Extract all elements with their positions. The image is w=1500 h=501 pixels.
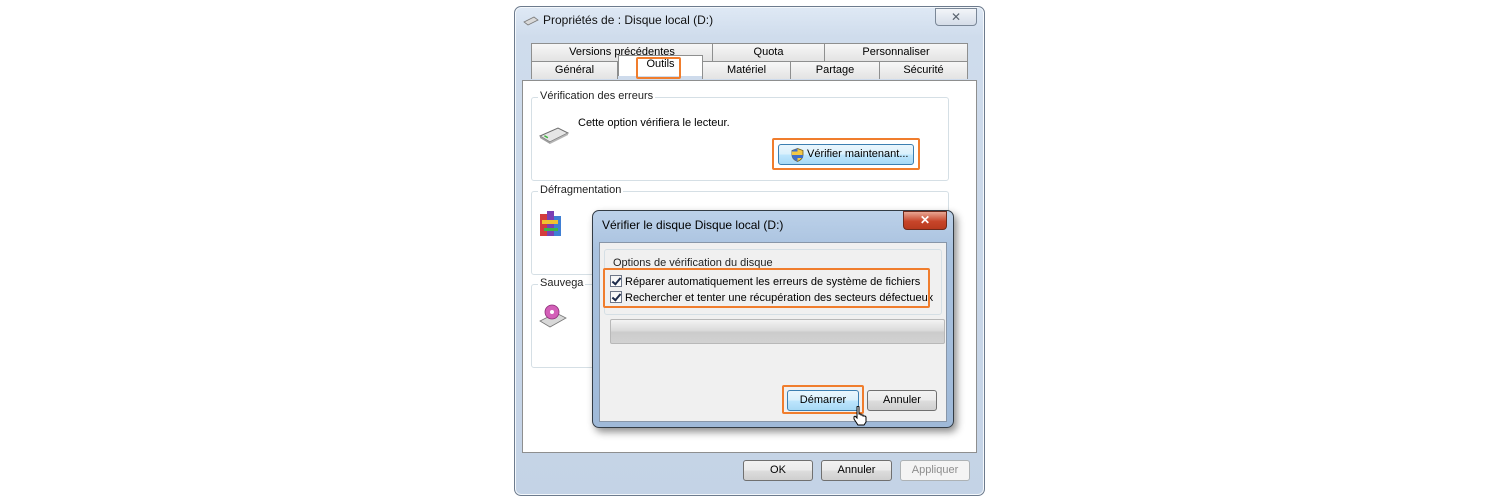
tab-quota[interactable]: Quota — [712, 43, 825, 61]
cursor-icon — [853, 406, 867, 426]
start-button[interactable]: Démarrer — [787, 390, 859, 411]
defrag-icon — [540, 211, 561, 236]
tab-materiel[interactable]: Matériel — [702, 61, 791, 79]
tab-securite[interactable]: Sécurité — [879, 61, 968, 79]
ok-button[interactable]: OK — [743, 460, 813, 481]
error-check-description: Cette option vérifiera le lecteur. — [578, 117, 730, 129]
tab-personnaliser[interactable]: Personnaliser — [824, 43, 968, 61]
dialog-cancel-button[interactable]: Annuler — [867, 390, 937, 411]
error-check-label: Vérification des erreurs — [538, 90, 656, 102]
progress-bar — [610, 319, 945, 344]
verify-now-label: Vérifier maintenant... — [807, 148, 909, 160]
verify-now-button[interactable]: Vérifier maintenant... — [778, 144, 914, 165]
backup-icon — [539, 304, 567, 328]
outils-tab-highlight — [636, 57, 681, 79]
window-title: Propriétés de : Disque local (D:) — [543, 13, 714, 27]
tab-general[interactable]: Général — [531, 61, 618, 79]
shield-icon — [791, 148, 804, 162]
close-button[interactable]: ✕ — [935, 8, 977, 26]
apply-button[interactable]: Appliquer — [900, 460, 970, 481]
backup-label: Sauvega — [538, 277, 586, 289]
tab-partage[interactable]: Partage — [790, 61, 880, 79]
drive-icon — [523, 16, 539, 26]
options-highlight — [603, 268, 930, 308]
dialog-title: Vérifier le disque Disque local (D:) — [602, 218, 784, 232]
cancel-button[interactable]: Annuler — [821, 460, 892, 481]
defrag-label: Défragmentation — [538, 184, 624, 196]
dialog-close-button[interactable]: ✕ — [903, 211, 947, 230]
drive-icon — [538, 127, 570, 144]
